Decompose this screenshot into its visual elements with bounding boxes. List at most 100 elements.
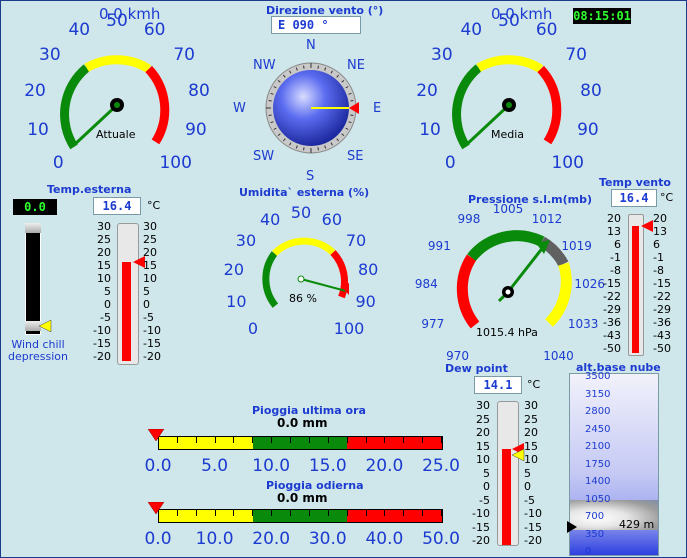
gauge-tick: 80	[580, 80, 602, 101]
gauge-tick: 1040	[543, 348, 574, 363]
rain-tick: 10.0	[195, 529, 234, 549]
compass-tick	[303, 65, 305, 69]
gauge-tick: 30	[39, 45, 61, 66]
rain-tick: 20.0	[252, 529, 291, 549]
arc-yellow	[544, 262, 572, 327]
scale-tick: 30	[476, 399, 490, 412]
rain-minor-tick	[233, 437, 235, 443]
rain-minor-tick	[403, 510, 405, 516]
rain-minor-tick	[441, 437, 442, 443]
rain-tick: 5.0	[201, 456, 229, 476]
scale-tick: -5	[100, 311, 111, 324]
wind-actual-label: Attuale	[96, 128, 136, 141]
rain-minor-tick	[252, 510, 254, 516]
gauge-tick: 90	[185, 119, 207, 140]
rain-minor-tick	[252, 437, 254, 443]
gauge-tick: 60	[143, 19, 166, 40]
temp-outside-fill	[122, 262, 131, 361]
scale-tick: 20	[524, 426, 538, 439]
humidity-needle	[300, 278, 347, 292]
scale-tick: -50	[653, 342, 671, 355]
cloud-base-value: 429 m	[619, 518, 655, 531]
scale-tick: 10	[143, 272, 157, 285]
scale-tick: 6	[614, 238, 621, 251]
rain-day-value: 0.0 mm	[277, 491, 328, 505]
temp-outside-title: Temp.esterna	[47, 183, 132, 196]
dew-point-title: Dew point	[445, 362, 508, 375]
rain-minor-tick	[346, 437, 348, 443]
windchill-label: Wind chill depression	[7, 338, 68, 363]
pressure-value: 1015.4 hPa	[476, 326, 538, 339]
arc-yellow	[84, 55, 152, 73]
gauge-tick: 60	[321, 210, 343, 229]
rain-day-bar	[158, 509, 443, 523]
scale-tick: -10	[93, 324, 111, 337]
rain-minor-tick	[384, 437, 386, 443]
gauge-tick: 20	[416, 80, 438, 101]
cloud-scale-tick: 2450	[585, 423, 611, 435]
rain-day-marker	[148, 502, 165, 515]
scale-tick: 13	[653, 225, 667, 238]
scale-tick: 20	[143, 246, 157, 259]
scale-tick: 20	[97, 246, 111, 259]
gauge-tick: 40	[259, 210, 281, 229]
scale-tick: 10	[524, 453, 538, 466]
scale-tick: -1	[610, 251, 621, 264]
arc-red	[537, 65, 562, 145]
rain-minor-tick	[176, 437, 178, 443]
rain-minor-tick	[271, 437, 273, 443]
gauge-tick: 70	[345, 230, 367, 250]
compass-se: SE	[347, 149, 364, 164]
arc-green	[467, 230, 545, 262]
compass-tick	[317, 147, 319, 151]
rain-tick: 25.0	[422, 456, 460, 476]
rain-minor-tick	[403, 437, 405, 443]
compass-sw: SW	[253, 149, 275, 164]
pressure-needle	[506, 245, 546, 293]
scale-tick: -5	[524, 493, 535, 507]
gauge-tick: 1026	[574, 277, 605, 292]
scale-tick: -20	[472, 534, 490, 547]
scale-tick: 25	[524, 412, 538, 426]
scale-tick: 10	[97, 272, 111, 285]
scale-tick: 5	[483, 466, 490, 480]
scale-tick: 25	[476, 412, 490, 426]
compass-e: E	[373, 101, 382, 116]
rain-tick: 10.0	[252, 456, 291, 476]
rain-minor-tick	[384, 510, 386, 516]
dew-point-fill	[502, 448, 511, 545]
scale-tick: -29	[603, 303, 621, 316]
gauge-tick: 100	[551, 152, 584, 173]
humidity-value: 86 %	[289, 292, 317, 305]
dew-point-unit: °C	[527, 378, 541, 391]
compass-tick	[350, 100, 354, 102]
scale-tick: 13	[607, 225, 621, 238]
temp-wind-unit: °C	[660, 191, 674, 204]
scale-tick: -15	[143, 337, 161, 350]
gauge-tick: 991	[427, 239, 451, 254]
gauge-tick: 10	[226, 291, 247, 311]
rain-minor-tick	[158, 437, 159, 443]
gauge-tick: 60	[535, 19, 558, 40]
scale-tick: -20	[524, 534, 542, 547]
scale-tick: 30	[524, 399, 538, 412]
cloud-scale-tick: 3150	[585, 388, 611, 400]
cloud-scale-tick: 1050	[585, 493, 611, 505]
gauge-tick: 1033	[567, 317, 599, 332]
gauge-tick: 998	[457, 212, 481, 227]
scale-tick: -22	[603, 290, 621, 303]
compass-w: W	[233, 101, 246, 116]
scale-tick: -5	[479, 493, 490, 507]
scale-tick: -8	[610, 264, 621, 277]
gauge-tick: 40	[68, 19, 91, 40]
scale-tick: 15	[476, 439, 490, 453]
scale-tick: 30	[143, 220, 157, 233]
rain-minor-tick	[308, 510, 310, 516]
scale-tick: 20	[607, 212, 621, 225]
temp-wind-value: 16.4	[611, 189, 657, 207]
gauge-tick: 40	[460, 19, 483, 40]
gauge-tick: 0	[52, 152, 64, 173]
scale-tick: -43	[603, 329, 621, 342]
cloud-scale-tick: 2800	[585, 406, 611, 417]
arc-green	[262, 251, 279, 308]
